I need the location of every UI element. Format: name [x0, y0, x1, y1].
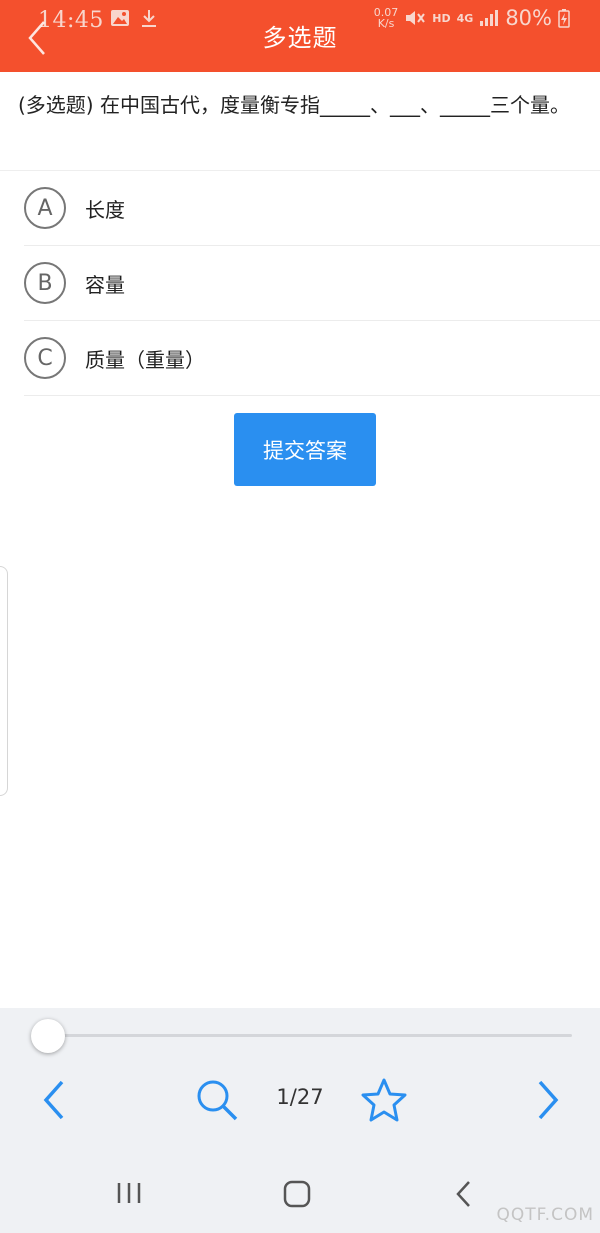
option-b[interactable]: B 容量: [24, 246, 600, 321]
recent-apps-icon: [117, 1183, 141, 1203]
option-letter: A: [24, 187, 66, 229]
back-icon: [456, 1181, 470, 1207]
home-icon: [283, 1180, 311, 1208]
chevron-right-icon: [538, 1080, 559, 1120]
option-letter: B: [24, 262, 66, 304]
watermark: QQTF.COM: [496, 1205, 594, 1225]
option-c[interactable]: C 质量（重量）: [24, 321, 600, 396]
progress-slider[interactable]: [32, 1034, 572, 1037]
system-back-button[interactable]: [452, 1179, 476, 1213]
app-header: 14:45 0.07 K/s HD 4G 80% 多选题: [0, 0, 600, 72]
side-panel-handle[interactable]: [0, 566, 8, 796]
question-text: (多选题) 在中国古代，度量衡专指_____、___、_____三个量。: [18, 93, 570, 117]
favorite-button[interactable]: [360, 1077, 408, 1127]
home-button[interactable]: [282, 1179, 312, 1213]
chevron-left-icon: [43, 1080, 64, 1120]
option-label: 容量: [85, 272, 125, 297]
option-label: 长度: [85, 197, 125, 222]
submit-answer-button[interactable]: 提交答案: [234, 413, 376, 486]
option-a[interactable]: A 长度: [24, 171, 600, 246]
progress-slider-thumb[interactable]: [31, 1019, 65, 1053]
page-indicator: 1/27: [276, 1085, 324, 1109]
next-question-button[interactable]: [532, 1078, 562, 1126]
page-title: 多选题: [262, 24, 338, 52]
star-icon: [361, 1078, 407, 1122]
option-letter: C: [24, 337, 66, 379]
recent-apps-button[interactable]: [114, 1180, 144, 1210]
search-icon: [197, 1080, 238, 1121]
search-button[interactable]: [195, 1078, 239, 1126]
previous-question-button[interactable]: [40, 1078, 70, 1126]
option-label: 质量（重量）: [85, 347, 205, 372]
